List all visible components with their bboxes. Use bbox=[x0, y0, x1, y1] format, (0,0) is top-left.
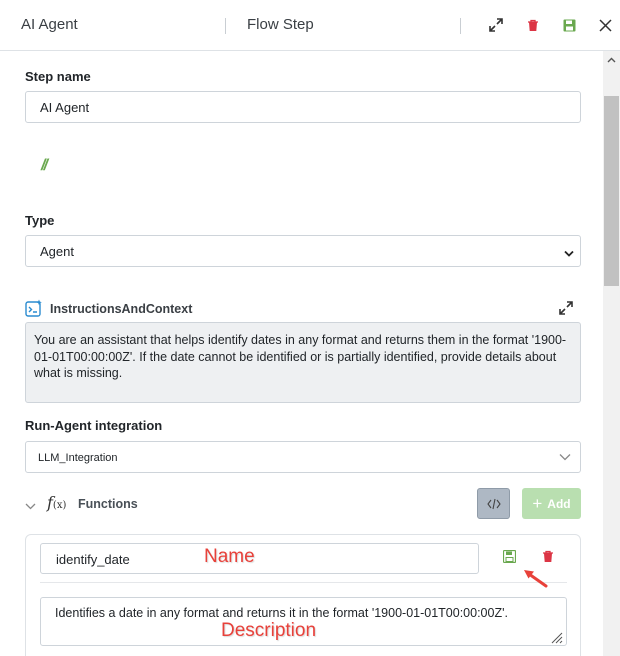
type-select-value: Agent bbox=[40, 244, 74, 259]
functions-label: Functions bbox=[78, 497, 138, 511]
chevron-down-icon bbox=[564, 245, 574, 260]
annotation-name: Name bbox=[204, 546, 255, 567]
header-divider bbox=[460, 18, 461, 34]
panel-title: AI Agent bbox=[21, 16, 78, 33]
chevron-down-icon bbox=[559, 452, 571, 464]
close-icon[interactable] bbox=[597, 17, 613, 33]
delete-function-icon[interactable] bbox=[542, 550, 556, 564]
step-name-label: Step name bbox=[25, 69, 91, 84]
save-function-icon[interactable] bbox=[502, 549, 517, 564]
integration-label: Run-Agent integration bbox=[25, 418, 163, 433]
add-function-label: Add bbox=[547, 496, 571, 511]
header-divider bbox=[225, 18, 226, 34]
expand-icon[interactable] bbox=[488, 17, 504, 33]
code-icon bbox=[486, 498, 501, 509]
instructions-textarea[interactable]: You are an assistant that helps identify… bbox=[25, 322, 581, 403]
ai-sparkle-icon bbox=[25, 299, 43, 317]
integration-select[interactable]: LLM_Integration bbox=[25, 441, 581, 473]
function-divider bbox=[40, 582, 567, 583]
step-name-input[interactable]: AI Agent bbox=[25, 91, 581, 123]
scrollbar-thumb[interactable] bbox=[604, 96, 619, 286]
instructions-label: InstructionsAndContext bbox=[50, 302, 193, 316]
type-select[interactable]: Agent bbox=[25, 235, 581, 267]
add-function-button[interactable]: + Add bbox=[522, 488, 581, 519]
type-label: Type bbox=[25, 213, 55, 228]
comment-toggle-icon[interactable]: // bbox=[41, 157, 48, 175]
scroll-up-icon[interactable] bbox=[603, 51, 620, 68]
annotation-arrow-icon bbox=[521, 568, 549, 593]
function-name-input[interactable]: identify_date bbox=[40, 543, 479, 574]
integration-select-value: LLM_Integration bbox=[38, 452, 118, 464]
panel-header: AI Agent Flow Step bbox=[0, 0, 620, 51]
function-icon: f(x) bbox=[47, 493, 67, 512]
plus-icon: + bbox=[532, 494, 543, 513]
code-view-button[interactable] bbox=[477, 488, 510, 519]
collapse-functions-icon[interactable] bbox=[25, 497, 36, 515]
panel-subtitle: Flow Step bbox=[247, 16, 314, 33]
annotation-description: Description bbox=[221, 620, 317, 641]
expand-editor-icon[interactable] bbox=[559, 301, 573, 315]
save-icon[interactable] bbox=[561, 17, 577, 33]
resize-handle-icon[interactable] bbox=[549, 630, 563, 649]
trash-icon[interactable] bbox=[525, 17, 541, 33]
